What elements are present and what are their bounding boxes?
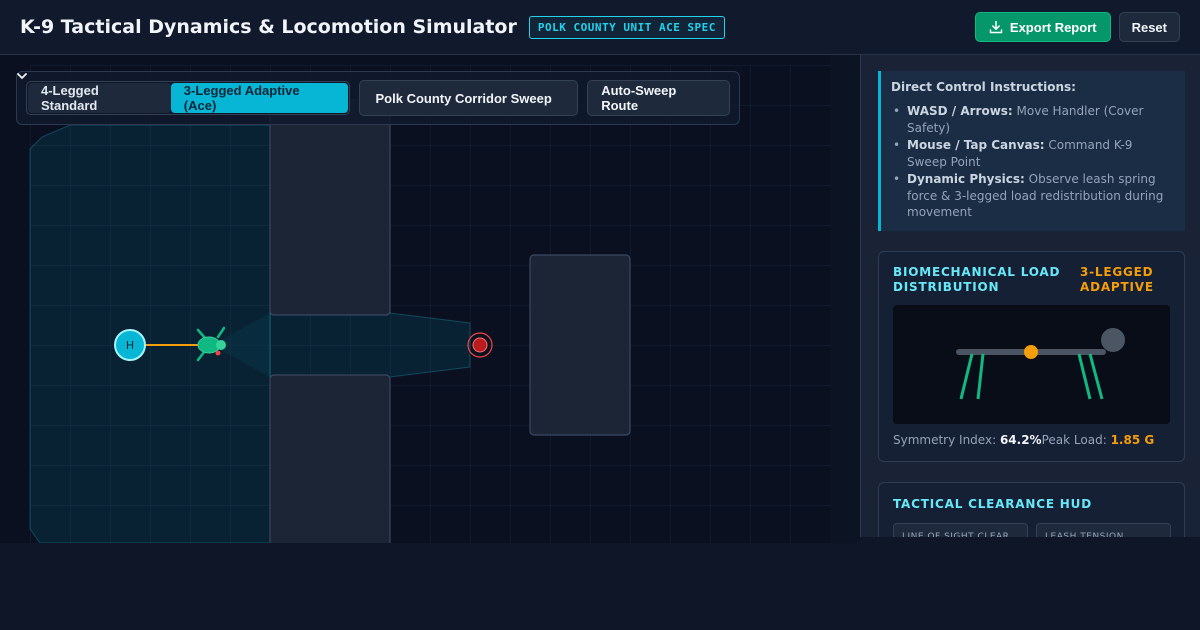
skeleton-leg: [1077, 353, 1092, 400]
skeleton-leg: [1088, 353, 1104, 400]
export-report-button[interactable]: Export Report: [974, 12, 1111, 42]
skeleton-leg: [959, 353, 974, 400]
chevron-down-icon: [17, 73, 27, 79]
instruction-item: Mouse / Tap Canvas: Command K-9 Sweep Po…: [891, 137, 1175, 170]
instruction-key: Dynamic Physics:: [907, 172, 1025, 186]
control-toolbar: 4-Legged Standard 3-Legged Adaptive (Ace…: [16, 71, 740, 125]
map-svg[interactable]: H: [0, 55, 860, 543]
mode-4-legged-button[interactable]: 4-Legged Standard: [28, 83, 171, 113]
instruction-key: WASD / Arrows:: [907, 104, 1013, 118]
handler-marker-icon[interactable]: H: [114, 329, 146, 361]
scenario-select[interactable]: Polk County Corridor Sweep: [17, 73, 579, 116]
instruction-item: Dynamic Physics: Observe leash spring fo…: [891, 171, 1175, 221]
instruction-key: Mouse / Tap Canvas:: [907, 138, 1045, 152]
header-actions: Export Report Reset: [974, 12, 1180, 42]
app-root: K-9 Tactical Dynamics & Locomotion Simul…: [0, 0, 1200, 630]
wall-obstacle-top: [269, 99, 391, 316]
spec-badge: POLK COUNTY UNIT ACE SPEC: [528, 15, 725, 39]
hud-title: TACTICAL CLEARANCE HUD: [893, 497, 1092, 511]
gait-mode-toggle: 4-Legged Standard 3-Legged Adaptive (Ace…: [26, 81, 350, 115]
peak-load-label: Peak Load:: [1041, 433, 1107, 447]
wall-obstacle-bottom: [269, 374, 391, 543]
download-icon: [989, 20, 1003, 34]
instructions-list: WASD / Arrows: Move Handler (Cover Safet…: [891, 103, 1175, 221]
export-report-label: Export Report: [1009, 19, 1097, 35]
simulation-canvas[interactable]: H 4-Legged Standard 3-Legged Adaptive (A…: [0, 55, 860, 543]
map-margin-right: [830, 55, 860, 543]
leash-tension-box: LEASH TENSION: [1036, 523, 1171, 537]
mode-3-legged-button[interactable]: 3-Legged Adaptive (Ace): [170, 83, 348, 113]
top-header: K-9 Tactical Dynamics & Locomotion Simul…: [0, 0, 1200, 55]
load-card-title: BIOMECHANICAL LOAD DISTRIBUTION: [893, 265, 1061, 294]
skeleton-leg: [976, 353, 985, 400]
vision-cone-corridor: [269, 312, 471, 378]
wall-obstacle-right: [529, 254, 631, 436]
instructions-title: Direct Control Instructions:: [891, 80, 1076, 94]
reset-button[interactable]: Reset: [1118, 12, 1180, 42]
symmetry-value: 64.2%: [999, 433, 1042, 447]
instruction-item: WASD / Arrows: Move Handler (Cover Safet…: [891, 103, 1175, 136]
page-title: K-9 Tactical Dynamics & Locomotion Simul…: [20, 16, 517, 38]
peak-load-value: 1.85 G: [1110, 433, 1155, 447]
load-card-mode: 3-LEGGED ADAPTIVE: [1080, 265, 1154, 294]
load-card-header: BIOMECHANICAL LOAD DISTRIBUTION 3-LEGGED…: [893, 265, 1170, 295]
load-distribution-card: BIOMECHANICAL LOAD DISTRIBUTION 3-LEGGED…: [878, 251, 1185, 462]
auto-sweep-button[interactable]: Auto-Sweep Route: [587, 80, 730, 116]
line-of-sight-box: LINE OF SIGHT CLEAR: [893, 523, 1028, 537]
skeleton-head: [1101, 328, 1125, 352]
symmetry-label: Symmetry Index:: [893, 433, 997, 447]
side-panel: Direct Control Instructions: WASD / Arro…: [860, 55, 1200, 537]
skeleton-diagram: [956, 328, 1125, 400]
instructions-panel: Direct Control Instructions: WASD / Arro…: [878, 71, 1185, 231]
skeleton-stage: [893, 305, 1170, 424]
scenario-select-value: Polk County Corridor Sweep: [375, 90, 552, 106]
center-of-mass-dot: [1024, 345, 1038, 359]
clearance-hud-card: TACTICAL CLEARANCE HUD LINE OF SIGHT CLE…: [878, 482, 1185, 537]
load-stats: Symmetry Index: 64.2% Peak Load: 1.85 G: [893, 433, 1154, 447]
handler-marker-label: H: [126, 339, 134, 352]
